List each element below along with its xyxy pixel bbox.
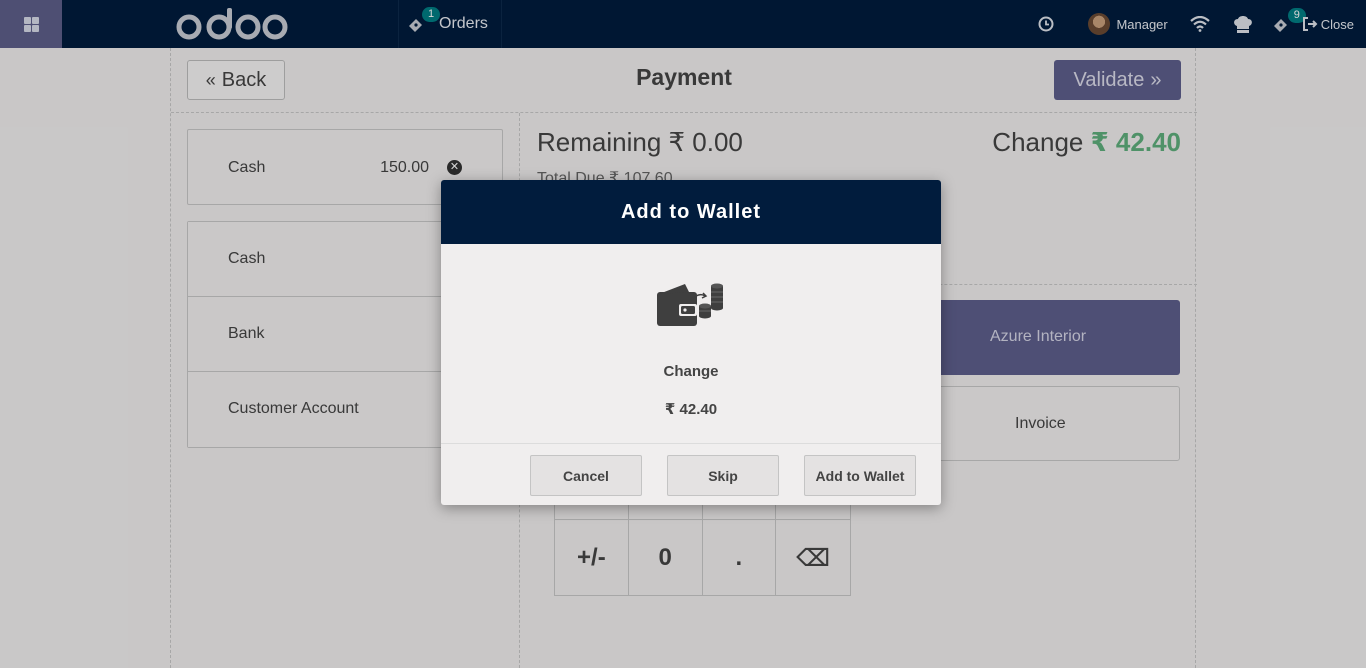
dialog-change-amount: ₹ 42.40 — [664, 401, 718, 418]
wallet-coins-icon — [655, 278, 727, 335]
add-to-wallet-dialog: Add to Wallet Change ₹ 42.40 Cancel Skip… — [441, 180, 941, 505]
dialog-change-label: Change — [663, 363, 719, 380]
cancel-button[interactable]: Cancel — [530, 455, 642, 496]
add-to-wallet-button[interactable]: Add to Wallet — [804, 455, 916, 496]
skip-button[interactable]: Skip — [667, 455, 779, 496]
dialog-title: Add to Wallet — [441, 180, 941, 244]
